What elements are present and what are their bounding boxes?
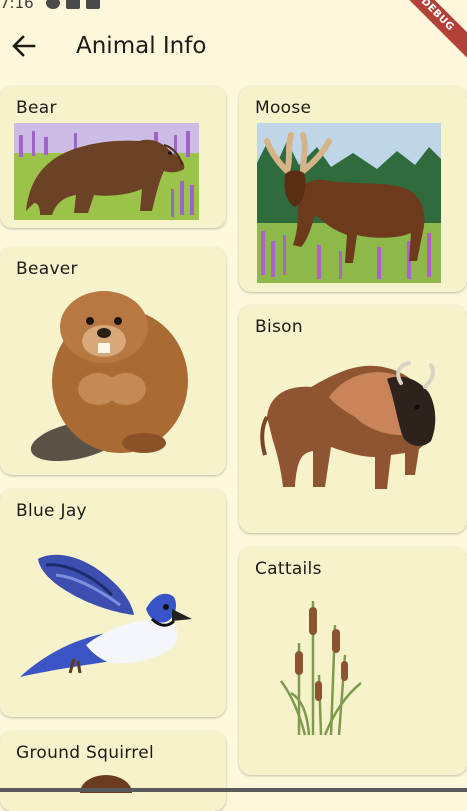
card-label: Bear — [16, 98, 57, 118]
card-label: Cattails — [255, 559, 322, 579]
card-label: Beaver — [16, 259, 78, 279]
card-label: Ground Squirrel — [16, 743, 155, 763]
system-gesture-bar — [0, 788, 467, 792]
animal-card-bear[interactable]: Bear — [0, 86, 226, 228]
arrow-back-icon — [12, 35, 36, 57]
status-time: 7:16 — [0, 0, 34, 12]
animal-card-bison[interactable]: Bison — [239, 305, 467, 533]
bison-image — [260, 361, 436, 489]
animal-card-cattails[interactable]: Cattails — [239, 547, 467, 775]
beaver-image — [30, 291, 188, 462]
settings-icon — [46, 0, 60, 9]
card-label: Blue Jay — [16, 501, 87, 521]
animal-card-moose[interactable]: Moose — [239, 86, 467, 292]
drive-icon — [86, 0, 100, 9]
cattails-image — [279, 601, 362, 736]
status-bar: 7:16 — [0, 0, 467, 12]
card-label: Bison — [255, 317, 303, 337]
moose-image — [257, 123, 441, 283]
animal-card-ground-squirrel[interactable]: Ground Squirrel — [0, 731, 226, 811]
gallery-icon — [66, 0, 80, 9]
app-bar: Animal Info — [0, 12, 467, 82]
back-button[interactable] — [8, 30, 40, 62]
page-title: Animal Info — [76, 33, 207, 59]
blue-jay-image — [20, 554, 192, 677]
animal-card-blue-jay[interactable]: Blue Jay — [0, 489, 226, 717]
bear-image — [14, 123, 199, 220]
card-label: Moose — [255, 98, 312, 118]
status-icons — [46, 0, 100, 9]
animal-card-beaver[interactable]: Beaver — [0, 247, 226, 475]
